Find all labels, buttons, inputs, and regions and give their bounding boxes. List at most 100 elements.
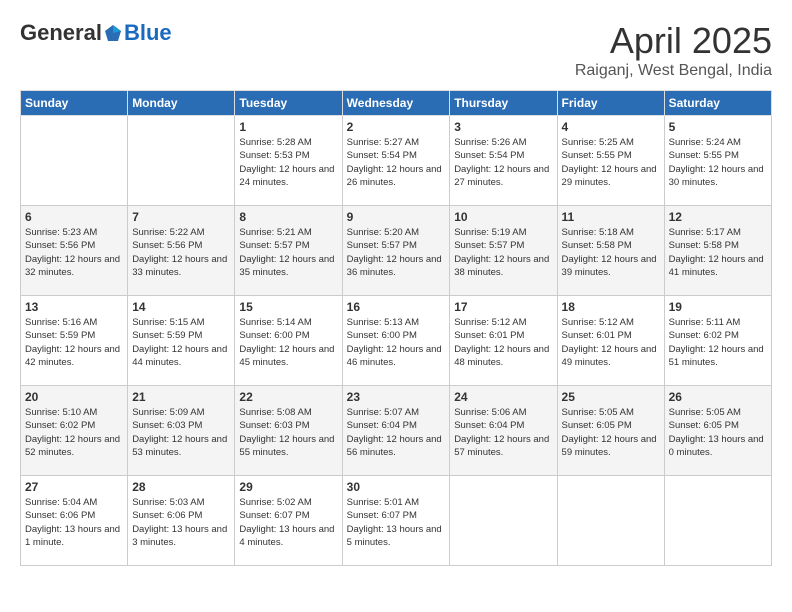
day-number: 12 <box>669 210 767 224</box>
day-info: Sunrise: 5:23 AM Sunset: 5:56 PM Dayligh… <box>25 226 123 279</box>
day-info: Sunrise: 5:17 AM Sunset: 5:58 PM Dayligh… <box>669 226 767 279</box>
calendar-cell: 12 Sunrise: 5:17 AM Sunset: 5:58 PM Dayli… <box>664 206 771 296</box>
day-info: Sunrise: 5:01 AM Sunset: 6:07 PM Dayligh… <box>347 496 446 549</box>
day-info: Sunrise: 5:20 AM Sunset: 5:57 PM Dayligh… <box>347 226 446 279</box>
title-block: April 2025 Raiganj, West Bengal, India <box>575 20 772 80</box>
calendar-cell <box>557 476 664 566</box>
calendar-cell: 19 Sunrise: 5:11 AM Sunset: 6:02 PM Dayli… <box>664 296 771 386</box>
day-number: 9 <box>347 210 446 224</box>
calendar-cell: 24Sunrise: 5:06 AM Sunset: 6:04 PM Dayli… <box>450 386 557 476</box>
day-info: Sunrise: 5:25 AM Sunset: 5:55 PM Dayligh… <box>562 136 660 189</box>
day-info: Sunrise: 5:27 AM Sunset: 5:54 PM Dayligh… <box>347 136 446 189</box>
calendar-cell: 9 Sunrise: 5:20 AM Sunset: 5:57 PM Daylig… <box>342 206 450 296</box>
day-header-wednesday: Wednesday <box>342 91 450 116</box>
day-number: 21 <box>132 390 230 404</box>
calendar-cell: 23 Sunrise: 5:07 AM Sunset: 6:04 PM Dayli… <box>342 386 450 476</box>
calendar-cell <box>21 116 128 206</box>
day-number: 22 <box>239 390 337 404</box>
day-header-sunday: Sunday <box>21 91 128 116</box>
calendar-cell: 13Sunrise: 5:16 AM Sunset: 5:59 PM Dayli… <box>21 296 128 386</box>
calendar-cell: 7 Sunrise: 5:22 AM Sunset: 5:56 PM Daylig… <box>128 206 235 296</box>
calendar-cell: 2 Sunrise: 5:27 AM Sunset: 5:54 PM Daylig… <box>342 116 450 206</box>
day-info: Sunrise: 5:08 AM Sunset: 6:03 PM Dayligh… <box>239 406 337 459</box>
calendar-cell: 8Sunrise: 5:21 AM Sunset: 5:57 PM Daylig… <box>235 206 342 296</box>
logo-icon <box>103 23 123 43</box>
day-number: 3 <box>454 120 552 134</box>
day-number: 28 <box>132 480 230 494</box>
day-number: 7 <box>132 210 230 224</box>
week-row-0: 1 Sunrise: 5:28 AM Sunset: 5:53 PM Daylig… <box>21 116 772 206</box>
calendar-cell: 20Sunrise: 5:10 AM Sunset: 6:02 PM Dayli… <box>21 386 128 476</box>
logo-blue-text: Blue <box>124 20 172 46</box>
day-number: 15 <box>239 300 337 314</box>
day-info: Sunrise: 5:19 AM Sunset: 5:57 PM Dayligh… <box>454 226 552 279</box>
location: Raiganj, West Bengal, India <box>575 62 772 80</box>
day-number: 26 <box>669 390 767 404</box>
day-number: 17 <box>454 300 552 314</box>
week-row-4: 27Sunrise: 5:04 AM Sunset: 6:06 PM Dayli… <box>21 476 772 566</box>
week-row-1: 6 Sunrise: 5:23 AM Sunset: 5:56 PM Daylig… <box>21 206 772 296</box>
day-number: 19 <box>669 300 767 314</box>
logo-general-text: General <box>20 20 102 46</box>
calendar-cell: 27Sunrise: 5:04 AM Sunset: 6:06 PM Dayli… <box>21 476 128 566</box>
day-number: 1 <box>239 120 337 134</box>
day-info: Sunrise: 5:28 AM Sunset: 5:53 PM Dayligh… <box>239 136 337 189</box>
day-info: Sunrise: 5:12 AM Sunset: 6:01 PM Dayligh… <box>454 316 552 369</box>
calendar-cell: 29Sunrise: 5:02 AM Sunset: 6:07 PM Dayli… <box>235 476 342 566</box>
day-number: 11 <box>562 210 660 224</box>
logo: General Blue <box>20 20 172 46</box>
day-info: Sunrise: 5:05 AM Sunset: 6:05 PM Dayligh… <box>562 406 660 459</box>
day-info: Sunrise: 5:07 AM Sunset: 6:04 PM Dayligh… <box>347 406 446 459</box>
calendar-cell: 4 Sunrise: 5:25 AM Sunset: 5:55 PM Daylig… <box>557 116 664 206</box>
day-number: 23 <box>347 390 446 404</box>
day-info: Sunrise: 5:03 AM Sunset: 6:06 PM Dayligh… <box>132 496 230 549</box>
day-number: 30 <box>347 480 446 494</box>
calendar-cell: 10 Sunrise: 5:19 AM Sunset: 5:57 PM Dayli… <box>450 206 557 296</box>
month-title: April 2025 <box>575 20 772 62</box>
calendar-cell: 30 Sunrise: 5:01 AM Sunset: 6:07 PM Dayli… <box>342 476 450 566</box>
day-info: Sunrise: 5:16 AM Sunset: 5:59 PM Dayligh… <box>25 316 123 369</box>
day-number: 10 <box>454 210 552 224</box>
calendar-cell: 21 Sunrise: 5:09 AM Sunset: 6:03 PM Dayli… <box>128 386 235 476</box>
day-info: Sunrise: 5:05 AM Sunset: 6:05 PM Dayligh… <box>669 406 767 459</box>
calendar-cell <box>128 116 235 206</box>
calendar-cell: 14Sunrise: 5:15 AM Sunset: 5:59 PM Dayli… <box>128 296 235 386</box>
calendar-cell: 6 Sunrise: 5:23 AM Sunset: 5:56 PM Daylig… <box>21 206 128 296</box>
day-info: Sunrise: 5:22 AM Sunset: 5:56 PM Dayligh… <box>132 226 230 279</box>
calendar-cell: 15 Sunrise: 5:14 AM Sunset: 6:00 PM Dayli… <box>235 296 342 386</box>
day-info: Sunrise: 5:02 AM Sunset: 6:07 PM Dayligh… <box>239 496 337 549</box>
day-info: Sunrise: 5:12 AM Sunset: 6:01 PM Dayligh… <box>562 316 660 369</box>
day-number: 6 <box>25 210 123 224</box>
day-info: Sunrise: 5:04 AM Sunset: 6:06 PM Dayligh… <box>25 496 123 549</box>
day-info: Sunrise: 5:09 AM Sunset: 6:03 PM Dayligh… <box>132 406 230 459</box>
page-header: General Blue April 2025 Raiganj, West Be… <box>20 20 772 80</box>
day-number: 4 <box>562 120 660 134</box>
day-info: Sunrise: 5:21 AM Sunset: 5:57 PM Dayligh… <box>239 226 337 279</box>
day-number: 2 <box>347 120 446 134</box>
day-info: Sunrise: 5:24 AM Sunset: 5:55 PM Dayligh… <box>669 136 767 189</box>
calendar-cell <box>664 476 771 566</box>
calendar-cell: 22 Sunrise: 5:08 AM Sunset: 6:03 PM Dayli… <box>235 386 342 476</box>
calendar-cell: 26 Sunrise: 5:05 AM Sunset: 6:05 PM Dayli… <box>664 386 771 476</box>
day-header-saturday: Saturday <box>664 91 771 116</box>
calendar-cell: 28 Sunrise: 5:03 AM Sunset: 6:06 PM Dayli… <box>128 476 235 566</box>
day-info: Sunrise: 5:26 AM Sunset: 5:54 PM Dayligh… <box>454 136 552 189</box>
calendar-cell <box>450 476 557 566</box>
calendar-cell: 25Sunrise: 5:05 AM Sunset: 6:05 PM Dayli… <box>557 386 664 476</box>
day-info: Sunrise: 5:15 AM Sunset: 5:59 PM Dayligh… <box>132 316 230 369</box>
calendar-cell: 11Sunrise: 5:18 AM Sunset: 5:58 PM Dayli… <box>557 206 664 296</box>
day-info: Sunrise: 5:13 AM Sunset: 6:00 PM Dayligh… <box>347 316 446 369</box>
day-number: 16 <box>347 300 446 314</box>
calendar-header-row: SundayMondayTuesdayWednesdayThursdayFrid… <box>21 91 772 116</box>
week-row-2: 13Sunrise: 5:16 AM Sunset: 5:59 PM Dayli… <box>21 296 772 386</box>
day-number: 18 <box>562 300 660 314</box>
calendar-cell: 17 Sunrise: 5:12 AM Sunset: 6:01 PM Dayli… <box>450 296 557 386</box>
day-number: 24 <box>454 390 552 404</box>
day-info: Sunrise: 5:14 AM Sunset: 6:00 PM Dayligh… <box>239 316 337 369</box>
day-info: Sunrise: 5:10 AM Sunset: 6:02 PM Dayligh… <box>25 406 123 459</box>
week-row-3: 20Sunrise: 5:10 AM Sunset: 6:02 PM Dayli… <box>21 386 772 476</box>
day-info: Sunrise: 5:11 AM Sunset: 6:02 PM Dayligh… <box>669 316 767 369</box>
calendar-cell: 18 Sunrise: 5:12 AM Sunset: 6:01 PM Dayli… <box>557 296 664 386</box>
calendar-cell: 3 Sunrise: 5:26 AM Sunset: 5:54 PM Daylig… <box>450 116 557 206</box>
day-header-tuesday: Tuesday <box>235 91 342 116</box>
